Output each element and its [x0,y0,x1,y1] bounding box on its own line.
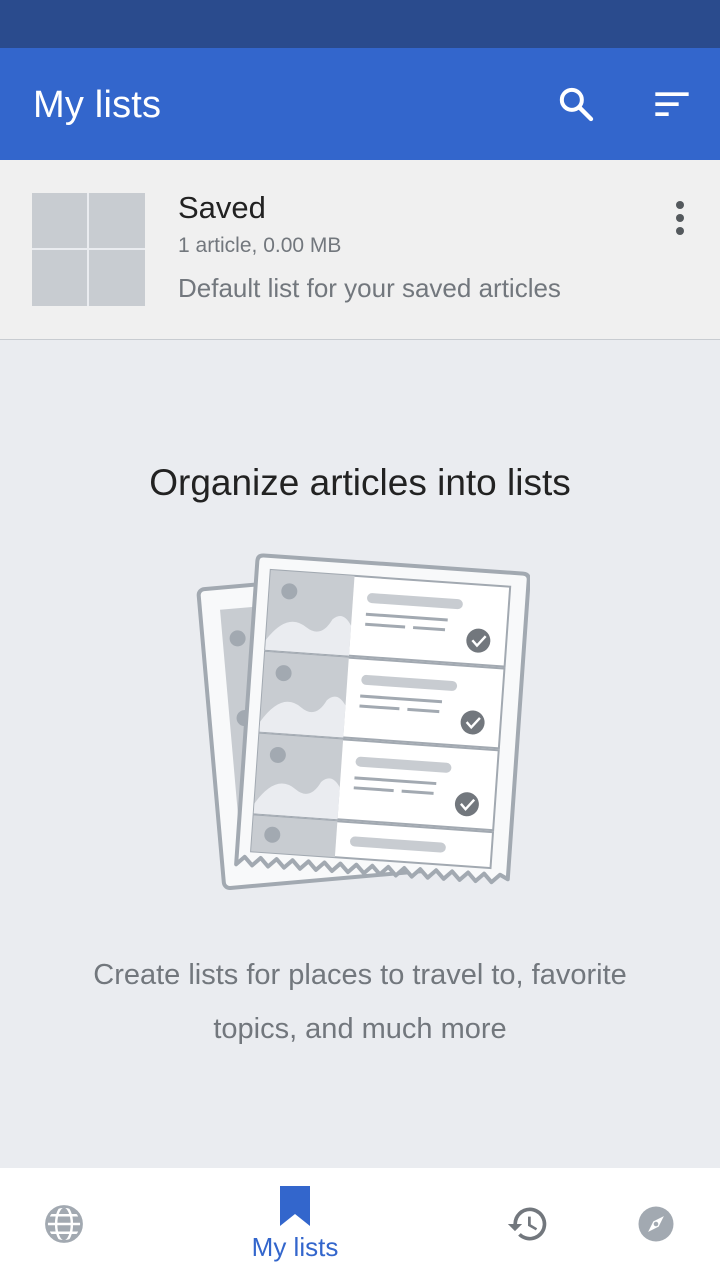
nav-history[interactable] [488,1168,568,1280]
history-icon [507,1207,547,1241]
empty-state-title: Organize articles into lists [149,462,571,503]
nav-my-lists[interactable]: My lists [220,1168,370,1280]
overflow-menu-icon [676,201,684,235]
search-icon [559,87,594,122]
page-title: My lists [33,84,162,126]
list-thumbnail [32,193,145,306]
globe-icon [45,1205,83,1243]
app-bar: My lists [0,48,720,160]
sort-button[interactable] [640,72,704,136]
nav-explore[interactable] [24,1168,104,1280]
sort-icon [655,92,689,116]
empty-state-description: Create lists for places to travel to, fa… [93,959,627,1045]
list-meta: 1 article, 0.00 MB [178,234,342,257]
compass-icon [638,1206,674,1242]
list-overflow-button[interactable] [656,188,704,248]
nav-nearby[interactable] [616,1168,696,1280]
list-description: Default list for your saved articles [178,273,561,303]
search-button[interactable] [544,72,608,136]
saved-list-item[interactable]: Saved 1 article, 0.00 MB Default list fo… [0,160,720,340]
lists-illustration [196,553,530,890]
status-bar [0,0,720,48]
nav-my-lists-label: My lists [251,1231,339,1262]
bottom-navigation: My lists [0,1168,720,1280]
bookmark-icon [280,1185,310,1226]
list-title: Saved [178,190,266,225]
